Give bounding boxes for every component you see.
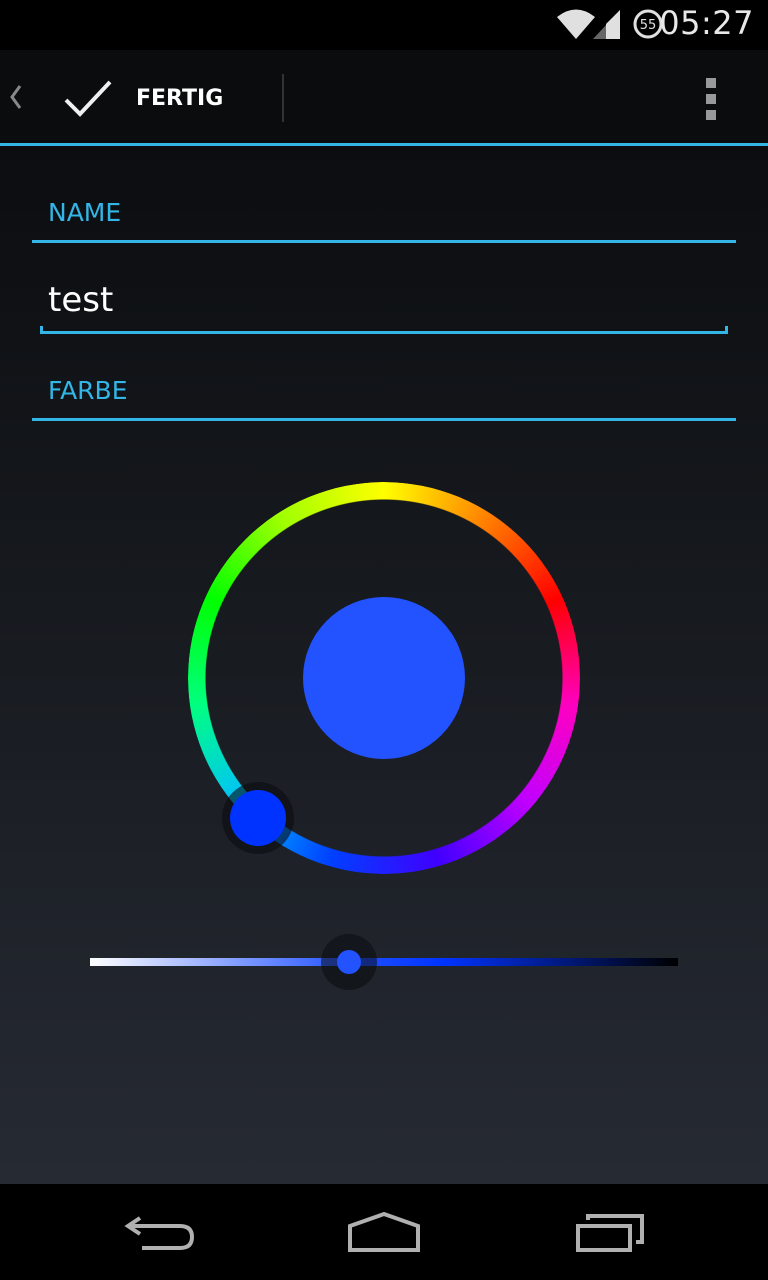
name-input-underline bbox=[40, 326, 728, 334]
up-caret-icon[interactable] bbox=[6, 82, 24, 112]
value-slider-bar[interactable] bbox=[90, 958, 678, 966]
signal-icon bbox=[593, 10, 620, 39]
status-time: 05:27 bbox=[659, 4, 754, 42]
name-section-label: NAME bbox=[48, 198, 122, 227]
done-label: FERTIG bbox=[136, 86, 224, 111]
check-icon bbox=[64, 80, 112, 117]
action-bar-divider bbox=[282, 74, 284, 122]
done-button[interactable]: FERTIG bbox=[40, 52, 282, 142]
svg-text:55: 55 bbox=[640, 18, 657, 33]
name-section-divider bbox=[32, 240, 736, 243]
recents-icon[interactable] bbox=[574, 1212, 646, 1252]
name-input-value: test bbox=[48, 280, 114, 320]
back-icon[interactable] bbox=[122, 1212, 198, 1252]
color-preview[interactable] bbox=[303, 597, 465, 759]
color-section-divider bbox=[32, 418, 736, 421]
wifi-icon bbox=[557, 9, 595, 39]
name-input[interactable]: test bbox=[40, 270, 730, 334]
status-bar: 55 05:27 bbox=[0, 0, 768, 50]
color-section-label: FARBE bbox=[48, 376, 128, 405]
value-slider-handle[interactable] bbox=[336, 950, 361, 974]
hue-handle[interactable] bbox=[230, 790, 286, 846]
overflow-menu-icon[interactable] bbox=[690, 72, 734, 124]
navigation-bar bbox=[0, 1184, 768, 1280]
home-icon[interactable] bbox=[346, 1212, 422, 1252]
